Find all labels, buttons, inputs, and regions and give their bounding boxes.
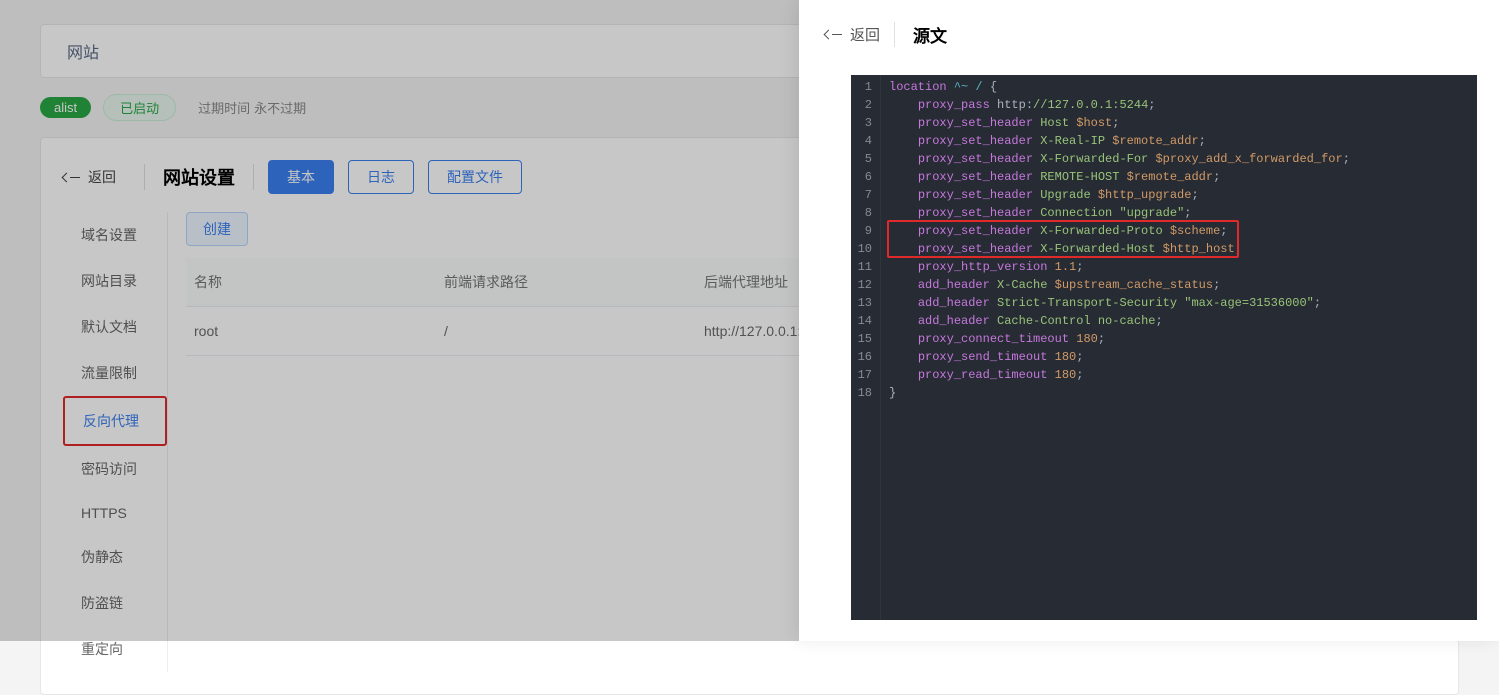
expiry-info: 过期时间 永不过期	[198, 98, 306, 117]
tab-basic[interactable]: 基本	[268, 160, 334, 194]
cell-name: root	[194, 323, 444, 339]
nav-leech[interactable]: 防盗链	[63, 580, 167, 626]
col-name: 名称	[194, 272, 444, 292]
tab-logs[interactable]: 日志	[348, 160, 414, 194]
drawer-back-label: 返回	[850, 24, 880, 45]
app-name-badge: alist	[40, 97, 91, 118]
line-number-gutter: 123456789101112131415161718	[851, 75, 881, 620]
nav-rate[interactable]: 流量限制	[63, 350, 167, 396]
back-button[interactable]: 返回	[63, 167, 130, 187]
status-badge: 已启动	[103, 94, 176, 121]
create-button[interactable]: 创建	[186, 212, 248, 246]
tab-config[interactable]: 配置文件	[428, 160, 522, 194]
drawer-back-button[interactable]: 返回	[825, 24, 880, 45]
page-title: 网站设置	[144, 164, 254, 190]
nav-proxy[interactable]: 反向代理	[63, 396, 167, 446]
cell-path: /	[444, 323, 704, 339]
nav-dir[interactable]: 网站目录	[63, 258, 167, 304]
nav-auth[interactable]: 密码访问	[63, 446, 167, 492]
code-editor[interactable]: 123456789101112131415161718 location ^~ …	[851, 75, 1477, 620]
source-drawer: 返回 源文 123456789101112131415161718 locati…	[799, 0, 1499, 641]
drawer-title: 源文	[894, 22, 947, 47]
nav-redir[interactable]: 重定向	[63, 626, 167, 672]
nav-defdoc[interactable]: 默认文档	[63, 304, 167, 350]
nav-https[interactable]: HTTPS	[63, 492, 167, 534]
arrow-left-icon	[62, 172, 72, 182]
expiry-value: 永不过期	[254, 98, 306, 117]
nav-pseudo[interactable]: 伪静态	[63, 534, 167, 580]
drawer-header: 返回 源文	[799, 0, 1499, 69]
code-content[interactable]: location ^~ / { proxy_pass http://127.0.…	[881, 75, 1477, 620]
nav-domain[interactable]: 域名设置	[63, 212, 167, 258]
col-path: 前端请求路径	[444, 272, 704, 292]
expiry-label: 过期时间	[198, 98, 250, 117]
side-nav: 域名设置 网站目录 默认文档 流量限制 反向代理 密码访问 HTTPS 伪静态 …	[63, 212, 168, 672]
back-label: 返回	[88, 167, 116, 187]
arrow-left-icon	[824, 30, 834, 40]
